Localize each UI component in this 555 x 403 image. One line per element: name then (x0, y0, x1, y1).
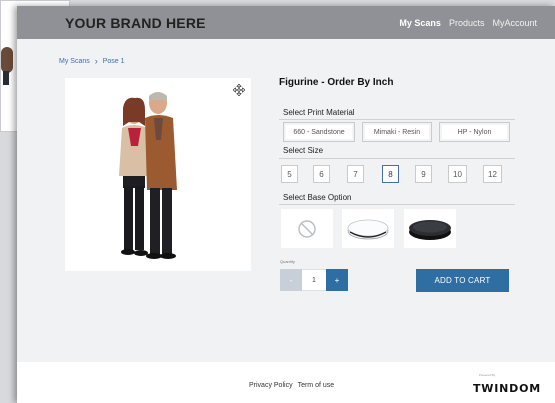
size-9-button[interactable]: 9 (415, 165, 432, 183)
material-resin-button[interactable]: Mimaki - Resin (362, 122, 432, 142)
product-image-panel (65, 78, 251, 271)
base-none-button[interactable] (281, 209, 333, 248)
quantity-increment-button[interactable]: + (326, 269, 348, 291)
app-window: YOUR BRAND HERE My Scans Products MyAcco… (17, 6, 555, 403)
base-label: Select Base Option (283, 193, 352, 202)
material-divider (279, 119, 515, 120)
material-sandstone-button[interactable]: 660 - Sandstone (283, 122, 355, 142)
quantity-decrement-button[interactable]: - (280, 269, 302, 291)
size-6-button[interactable]: 6 (313, 165, 330, 183)
no-base-icon (298, 219, 316, 238)
powered-by-label: Powered By (479, 373, 496, 377)
material-label: Select Print Material (283, 108, 355, 117)
size-5-button[interactable]: 5 (281, 165, 298, 183)
figurine-image (119, 92, 177, 259)
footer: Privacy Policy Term of use Powered By TW… (17, 362, 555, 403)
privacy-policy-link[interactable]: Privacy Policy (249, 382, 293, 389)
size-divider (279, 158, 515, 159)
breadcrumb: My Scans › Pose 1 (59, 56, 125, 66)
product-details: Figurine - Order By Inch (279, 77, 515, 88)
size-7-button[interactable]: 7 (347, 165, 364, 183)
nav-my-scans[interactable]: My Scans (399, 18, 441, 28)
size-8-button[interactable]: 8 (382, 165, 399, 183)
quantity-input[interactable]: 1 (302, 269, 326, 291)
quantity-stepper: - 1 + (280, 269, 348, 291)
nav-my-account[interactable]: MyAccount (492, 18, 537, 28)
chevron-right-icon: › (94, 56, 98, 66)
top-navbar: YOUR BRAND HERE My Scans Products MyAcco… (17, 6, 555, 39)
black-base-icon (409, 219, 451, 240)
breadcrumb-pose[interactable]: Pose 1 (103, 58, 125, 65)
base-divider (279, 204, 515, 205)
product-title: Figurine - Order By Inch (279, 77, 394, 88)
background-figure (1, 47, 13, 73)
size-12-button[interactable]: 12 (483, 165, 502, 183)
size-label: Select Size (283, 146, 324, 155)
base-black-button[interactable] (404, 209, 456, 248)
quantity-label: Quantity (280, 259, 295, 264)
twindom-logo[interactable]: TWINDOM (473, 382, 541, 395)
move-icon[interactable] (233, 84, 245, 96)
material-nylon-button[interactable]: HP - Nylon (439, 122, 510, 142)
brand-logo[interactable]: YOUR BRAND HERE (65, 15, 206, 31)
nav-products[interactable]: Products (449, 18, 485, 28)
background-figure-legs (3, 71, 9, 85)
add-to-cart-button[interactable]: ADD TO CART (416, 269, 509, 292)
size-10-button[interactable]: 10 (448, 165, 467, 183)
clear-base-icon (347, 219, 389, 239)
main-nav: My Scans Products MyAccount (399, 18, 537, 28)
terms-of-use-link[interactable]: Term of use (298, 382, 335, 389)
footer-links: Privacy Policy Term of use (249, 382, 334, 389)
base-clear-button[interactable] (342, 209, 394, 248)
breadcrumb-my-scans[interactable]: My Scans (59, 58, 90, 65)
